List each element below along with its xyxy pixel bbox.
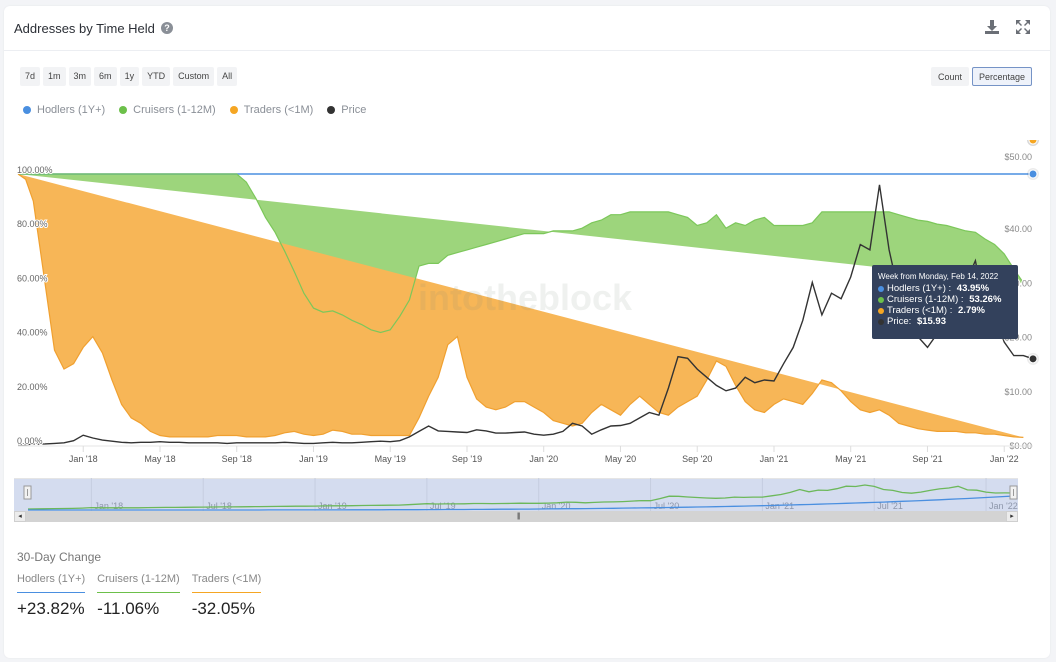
change-stat-hodlers: Hodlers (1Y+) +23.82%	[17, 573, 86, 619]
tooltip-dot-icon	[878, 318, 884, 325]
series-end-marker	[1028, 140, 1038, 145]
x-tick-label: Sep '18	[222, 454, 252, 464]
change-value: -32.05%	[191, 599, 256, 618]
mode-button-count[interactable]: Count	[931, 67, 970, 86]
y-left-tick-label: 80.00%	[17, 219, 48, 229]
range-selector: 7d 1m 3m 6m 1y YTD Custom All	[20, 67, 238, 86]
range-button-all[interactable]: All	[217, 67, 238, 86]
tooltip-value: 53.26%	[969, 294, 1002, 305]
y-left-tick-label: 100.00%	[17, 165, 53, 175]
mode-button-percentage[interactable]: Percentage	[972, 67, 1033, 86]
change-label: Cruisers (1-12M)	[97, 573, 180, 593]
change-value: +23.82%	[17, 599, 85, 618]
tooltip-value: 43.95%	[956, 283, 990, 294]
scrollbar-grip-icon[interactable]: |||	[517, 513, 521, 520]
range-button-1m[interactable]: 1m	[43, 67, 66, 86]
tooltip-dot-icon	[878, 285, 884, 292]
change-stat-traders: Traders (<1M) -32.05%	[191, 573, 262, 619]
tooltip-dot-icon	[878, 296, 884, 303]
tooltip-row: Traders (<1M) : 2.79%	[878, 305, 1012, 316]
tooltip-value: 2.79%	[958, 305, 985, 316]
change-title: 30-Day Change	[17, 550, 102, 564]
x-tick-label: May '19	[375, 454, 406, 464]
chart-tooltip: Week from Monday, Feb 14, 2022 Hodlers (…	[872, 265, 1018, 339]
change-label: Hodlers (1Y+)	[17, 573, 86, 593]
x-tick-label: Jan '20	[529, 454, 558, 464]
range-button-1y[interactable]: 1y	[119, 67, 140, 86]
range-navigator[interactable]: Jan '18 Jul '18 Jan '19 Jul '19 Jan '20 Jul '…	[14, 478, 1018, 511]
tooltip-dot-icon	[878, 307, 884, 314]
y-right-tick-label: $10.00	[1004, 387, 1032, 397]
chart-legend: Hodlers (1Y+) Cruisers (1-12M) Traders (<1…	[23, 104, 366, 116]
x-tick-label: Jan '19	[299, 454, 328, 464]
x-tick-label: Sep '19	[452, 454, 482, 464]
range-button-ytd[interactable]: YTD	[142, 67, 171, 86]
navigator-selection	[14, 478, 1018, 511]
mode-toggle: Count Percentage	[931, 67, 1033, 86]
change-stat-cruisers: Cruisers (1-12M) -11.06%	[97, 573, 180, 619]
x-tick-label: May '21	[835, 454, 866, 464]
watermark-text: intotheblock	[418, 277, 633, 318]
y-right-tick-label: $40.00	[1004, 224, 1032, 234]
x-tick-label: Jan '22	[990, 454, 1019, 464]
legend-dot-icon	[119, 106, 128, 114]
y-left-tick-label: 20.00%	[17, 382, 48, 392]
scroll-left-arrow-icon[interactable]: ◂	[14, 511, 26, 522]
navigator-x-label: Jan '22	[989, 501, 1018, 511]
series-end-marker	[1028, 169, 1038, 179]
tooltip-label: Hodlers (1Y+) :	[887, 283, 954, 294]
navigator-x-label: Jul '20	[654, 501, 680, 511]
tooltip-row: Cruisers (1-12M) : 53.26%	[878, 294, 1012, 305]
card-header: Addresses by Time Held ?	[4, 6, 1050, 51]
expand-icon[interactable]	[1015, 19, 1031, 35]
scroll-right-arrow-icon[interactable]: ▸	[1006, 511, 1018, 522]
x-tick-label: Jan '18	[69, 454, 98, 464]
download-icon[interactable]	[984, 19, 1000, 35]
tooltip-label: Cruisers (1-12M) :	[887, 294, 967, 305]
range-button-7d[interactable]: 7d	[20, 67, 41, 86]
x-tick-label: May '20	[605, 454, 636, 464]
change-stats: Hodlers (1Y+) +23.82% Cruisers (1-12M) -11.…	[17, 573, 262, 619]
tooltip-title: Week from Monday, Feb 14, 2022	[878, 272, 999, 281]
y-right-tick-label: $50.00	[1004, 152, 1032, 162]
tooltip-label: Traders (<1M) :	[887, 305, 956, 316]
legend-item-hodlers[interactable]: Hodlers (1Y+)	[23, 104, 105, 116]
change-value: -11.06%	[97, 599, 160, 618]
legend-dot-icon	[229, 106, 238, 114]
x-tick-label: May '18	[144, 454, 175, 464]
x-tick-label: Sep '20	[682, 454, 712, 464]
legend-item-price[interactable]: Price	[327, 104, 366, 116]
legend-label: Traders (<1M)	[243, 104, 314, 116]
range-button-6m[interactable]: 6m	[94, 67, 117, 86]
y-left-tick-label: 0.00%	[17, 436, 43, 446]
y-left-tick-label: 40.00%	[17, 328, 48, 338]
legend-label: Hodlers (1Y+)	[37, 104, 106, 116]
tooltip-value: $15.93	[916, 316, 946, 327]
legend-dot-icon	[23, 106, 31, 114]
range-button-custom[interactable]: Custom	[173, 67, 215, 86]
legend-item-traders[interactable]: Traders (<1M)	[229, 104, 314, 116]
legend-label: Price	[341, 104, 367, 116]
tooltip-label: Price:	[887, 316, 914, 327]
legend-item-cruisers[interactable]: Cruisers (1-12M)	[119, 104, 216, 116]
x-tick-label: Sep '21	[912, 454, 942, 464]
range-button-3m[interactable]: 3m	[68, 67, 92, 86]
series-end-marker	[1028, 354, 1038, 364]
x-tick-label: Jan '21	[760, 454, 789, 464]
tooltip-row: Hodlers (1Y+) : 43.95%	[878, 283, 1012, 294]
question-circle-icon[interactable]: ?	[161, 22, 173, 34]
y-left-tick-label: 60.00%	[17, 273, 48, 283]
tooltip-row: Price: $15.93	[878, 316, 1012, 327]
legend-dot-icon	[327, 106, 336, 114]
navigator-scrollbar[interactable]: ◂ ||| ▸	[14, 511, 1018, 522]
legend-label: Cruisers (1-12M)	[133, 104, 216, 116]
change-label: Traders (<1M)	[191, 573, 262, 593]
chart-title: Addresses by Time Held	[14, 21, 155, 36]
